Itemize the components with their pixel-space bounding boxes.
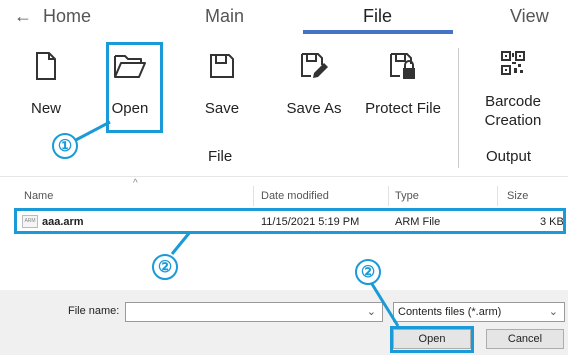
tab-view[interactable]: View [510, 6, 549, 27]
save-button[interactable]: Save [187, 48, 257, 117]
protect-file-button[interactable]: Protect File [362, 48, 444, 117]
save-as-label: Save As [286, 100, 342, 117]
dialog-bottom-bar [0, 290, 568, 355]
tab-file[interactable]: File [363, 6, 392, 27]
tab-main[interactable]: Main [205, 6, 244, 27]
barcode-label-line1: Barcode [485, 93, 541, 110]
group-label-output: Output [486, 148, 532, 165]
dropdown-chevron-icon: ⌄ [548, 306, 558, 318]
file-type-filter-select[interactable]: Contents files (*.arm) ⌄ [393, 302, 565, 322]
callout-badge-2a: ② [152, 254, 178, 280]
file-type-filter-value: Contents files (*.arm) [398, 306, 502, 318]
save-disk-icon [187, 48, 257, 84]
file-row-highlight [14, 208, 566, 234]
back-arrow-icon: ← [14, 6, 32, 26]
barcode-creation-button[interactable]: Barcode Creation [474, 48, 552, 130]
column-header-size[interactable]: Size [507, 190, 528, 202]
save-as-button[interactable]: Save As [279, 48, 349, 117]
callout-badge-1: ① [52, 133, 78, 159]
sort-caret-icon: ^ [133, 178, 138, 189]
barcode-label-line2: Creation [484, 112, 542, 129]
new-label: New [30, 100, 61, 117]
cancel-button[interactable]: Cancel [486, 329, 564, 349]
open-dialog-button-highlight [390, 326, 474, 353]
ribbon-bottom-divider [0, 176, 568, 177]
column-header-name[interactable]: Name [24, 190, 53, 202]
protect-file-label: Protect File [365, 100, 441, 117]
qr-code-icon [474, 48, 552, 78]
new-button[interactable]: New [11, 48, 81, 117]
back-home-tab[interactable]: ← Home [14, 6, 91, 27]
save-as-icon [279, 48, 349, 84]
group-label-file: File [208, 148, 233, 165]
ribbon-group-separator [458, 48, 459, 168]
callout-leader-line-2b [370, 283, 400, 327]
column-divider [388, 186, 389, 206]
tab-home-label: Home [43, 6, 92, 26]
active-tab-indicator [303, 30, 453, 34]
save-label: Save [204, 100, 240, 117]
protect-file-icon [362, 48, 444, 84]
column-divider [253, 186, 254, 206]
column-header-type[interactable]: Type [395, 190, 419, 202]
new-document-icon [11, 48, 81, 84]
column-header-date-modified[interactable]: Date modified [261, 190, 329, 202]
file-name-input[interactable]: ⌄ [125, 302, 383, 322]
column-divider [497, 186, 498, 206]
file-name-label: File name: [68, 305, 120, 317]
